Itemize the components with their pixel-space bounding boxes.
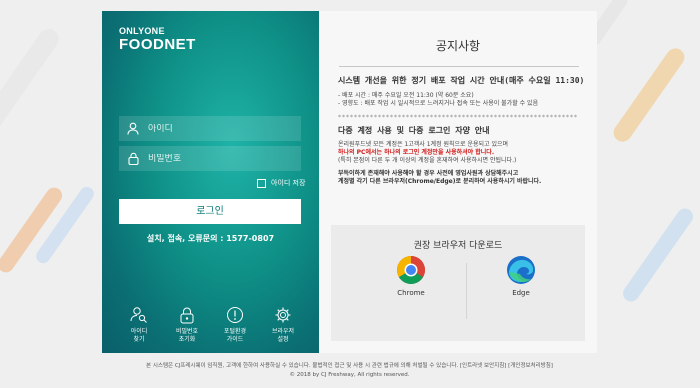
browser-download-title: 권장 브라우저 다운로드 [413,241,503,251]
login-panel: ONLYONE FOODNET 아이디 저장 로그인 설치, 접속, 오류문의 … [102,11,319,353]
lock-icon [126,152,140,166]
chrome-icon [396,255,426,285]
quick-links: 아이디 찾기 비밀번호 초기화 포털환경 가이드 브라우저 설정 [116,306,306,344]
reset-password-link[interactable]: 비밀번호 초기화 [164,306,210,344]
chrome-label: Chrome [397,289,425,297]
gear-icon [274,306,292,324]
logo-big-text: FOODNET [119,36,196,53]
foodnet-logo: ONLYONE FOODNET [119,26,196,53]
notice-panel: 공지사항 시스템 개선을 위한 정기 배포 작업 시간 안내(매주 수요일 11… [319,11,597,353]
notice-separator: ****************************************… [338,114,578,121]
edge-icon [506,255,536,285]
notice-title-divider [339,66,579,67]
chrome-download-link[interactable]: Chrome [381,255,441,297]
browser-download-box: 권장 브라우저 다운로드 Chrome Edge [331,225,585,341]
remember-id-label: 아이디 저장 [271,179,306,187]
notice-text: - 영향도 : 배포 작업 시 일시적으로 느려지거나 접속 또는 사용이 불가… [338,100,539,107]
alert-icon [226,306,244,324]
footer-copyright: © 2018 by CJ Freshway, All rights reserv… [289,372,410,378]
find-id-label: 아이디 찾기 [130,328,148,343]
notice-text: 계정별 각기 다른 브라우저(Chrome/Edge)로 분리하여 사용하시기 … [338,178,542,185]
edge-label: Edge [512,289,530,297]
portal-guide-label: 포털환경 가이드 [223,328,247,343]
password-input[interactable] [148,153,288,164]
user-icon [126,122,140,136]
id-input[interactable] [148,123,288,134]
notice-text: - 배포 시간 : 매주 수요일 오전 11:30 (약 60분 소요) [338,92,474,99]
notice-text: (특히 본점이 다른 두 개 이상의 계정을 혼재하여 사용하시면 안됩니다.) [338,157,517,164]
notice-heading-2: 다중 계정 사용 및 다중 로그인 자양 안내 [338,126,490,135]
logo-small-text: ONLYONE [119,26,165,36]
reset-password-label: 비밀번호 초기화 [175,328,199,343]
notice-text: 온리원푸드넷 모든 계정은 1고객사 1계정 원칙으로 운용되고 있으며 [338,141,509,148]
footer-notice: 본 시스템은 CJ프레시웨이 임직원, 고객에 한하여 사용하실 수 있습니다.… [146,363,553,369]
notice-text: 부득이하게 존재해야 사용해야 할 경우 사전에 영업사원과 상담해주시고 [338,170,519,177]
background-stripe [619,205,697,305]
background-stripe [0,25,63,135]
notice-warning-text: 하나의 PC에서는 하나의 로그인 계정만을 사용하셔야 합니다. [338,149,495,156]
background-stripe [610,44,688,146]
login-button[interactable]: 로그인 [119,199,301,224]
notice-title: 공지사항 [435,39,481,53]
support-contact: 설치, 접속, 오류문의 : 1577-0807 [146,234,275,243]
notice-heading-1: 시스템 개선을 위한 정기 배포 작업 시간 안내(매주 수요일 11:30) [338,76,585,85]
password-field[interactable] [119,146,301,171]
person-search-icon [130,306,148,324]
browser-settings-label: 브라우저 설정 [271,328,295,343]
edge-download-link[interactable]: Edge [491,255,551,297]
remember-id[interactable]: 아이디 저장 [257,178,305,188]
lock-icon [178,306,196,324]
find-id-link[interactable]: 아이디 찾기 [116,306,162,344]
id-field[interactable] [119,116,301,141]
remember-id-checkbox[interactable] [257,178,266,188]
notice-body: 시스템 개선을 위한 정기 배포 작업 시간 안내(매주 수요일 11:30) … [338,75,586,186]
browser-divider [466,263,467,319]
browser-settings-link[interactable]: 브라우저 설정 [260,306,306,344]
footer: 본 시스템은 CJ프레시웨이 임직원, 고객에 한하여 사용하실 수 있습니다.… [102,362,597,380]
portal-guide-link[interactable]: 포털환경 가이드 [212,306,258,344]
